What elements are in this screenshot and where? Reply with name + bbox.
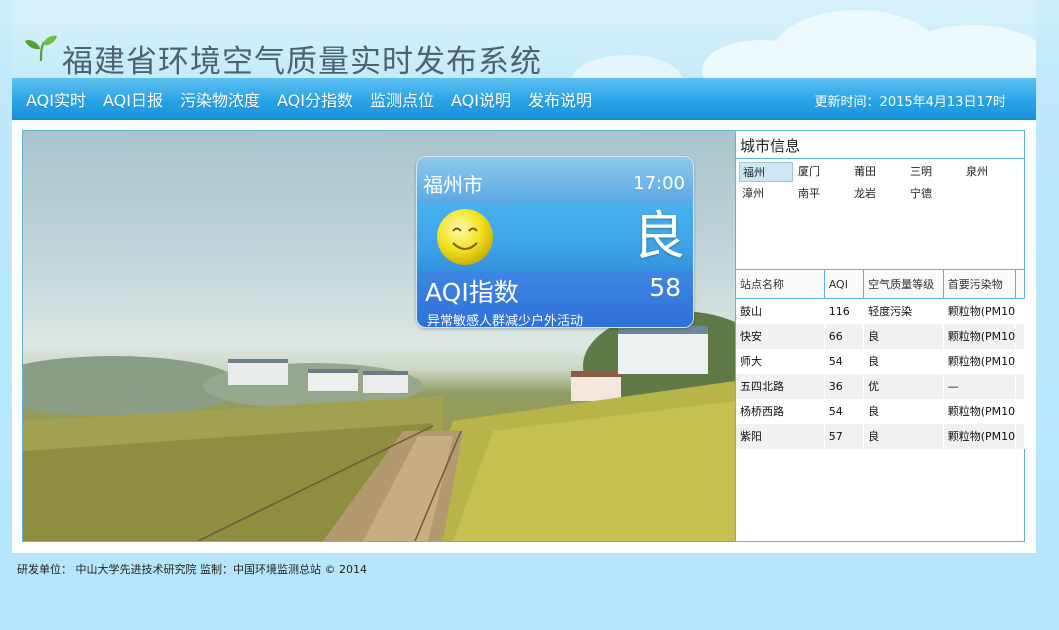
station-name: 鼓山 <box>736 298 825 324</box>
table-row[interactable]: 师大 54 良 颗粒物(PM10 <box>736 348 1025 374</box>
nav-release-description[interactable]: 发布说明 <box>528 87 592 111</box>
table-row[interactable]: 鼓山 116 轻度污染 颗粒物(PM10 <box>736 298 1025 324</box>
card-health-advice: 异常敏感人群减少户外活动 <box>427 314 584 328</box>
city-xiamen[interactable]: 厦门 <box>795 162 851 182</box>
content-panel: 福州市 17:00 良 AQI指数 58 异常敏感人群减少户外活动 城市信息 福… <box>22 130 1025 542</box>
station-level: 良 <box>863 423 944 449</box>
column-header-primary-pollutant: 首要污染物 <box>943 269 1017 299</box>
city-quanzhou[interactable]: 泉州 <box>963 162 1019 182</box>
main-content: 福州市 17:00 良 AQI指数 58 异常敏感人群减少户外活动 城市信息 福… <box>12 120 1036 553</box>
footer: 研发单位： 中山大学先进技术研究院 监制：中国环境监测总站 © 2014 <box>17 563 367 576</box>
station-pollutant: 颗粒物(PM10 <box>943 298 1017 324</box>
table-header-row: 站点名称 AQI 空气质量等级 首要污染物 <box>736 269 1025 299</box>
city-longyan[interactable]: 龙岩 <box>851 184 907 204</box>
table-row[interactable]: 五四北路 36 优 — <box>736 373 1025 399</box>
table-row[interactable]: 杨桥西路 54 良 颗粒物(PM10 <box>736 398 1025 424</box>
station-name: 五四北路 <box>736 373 825 399</box>
page-title: 福建省环境空气质量实时发布系统 <box>62 44 542 78</box>
cloud-decoration <box>572 55 682 78</box>
station-level: 良 <box>863 323 944 349</box>
nav-monitoring-sites[interactable]: 监测点位 <box>370 87 434 111</box>
station-level: 优 <box>863 373 944 399</box>
nav-aqi-subindex[interactable]: AQI分指数 <box>277 87 353 111</box>
leaf-logo-icon <box>25 35 57 62</box>
city-nanping[interactable]: 南平 <box>795 184 851 204</box>
city-fuzhou[interactable]: 福州 <box>739 162 793 182</box>
card-aqi-value: 58 <box>649 273 681 302</box>
station-level: 轻度污染 <box>863 298 944 324</box>
update-time: 更新时间：2015年4月13日17时 <box>814 95 1006 110</box>
station-pollutant: — <box>943 373 1017 399</box>
station-name: 杨桥西路 <box>736 398 825 424</box>
station-pollutant: 颗粒物(PM10 <box>943 348 1017 374</box>
card-air-level: 良 <box>632 207 685 267</box>
column-header-station: 站点名称 <box>736 269 825 299</box>
table-row[interactable]: 快安 66 良 颗粒物(PM10 <box>736 323 1025 349</box>
station-aqi: 54 <box>824 348 865 374</box>
table-row[interactable]: 紫阳 57 良 颗粒物(PM10 <box>736 423 1025 449</box>
station-aqi: 57 <box>824 423 865 449</box>
main-nav: AQI实时 AQI日报 污染物浓度 AQI分指数 监测点位 AQI说明 发布说明… <box>12 78 1036 120</box>
aqi-card: 福州市 17:00 良 AQI指数 58 异常敏感人群减少户外活动 <box>416 156 694 328</box>
station-name: 快安 <box>736 323 825 349</box>
station-name: 师大 <box>736 348 825 374</box>
landscape-photo: 福州市 17:00 良 AQI指数 58 异常敏感人群减少户外活动 <box>23 131 735 541</box>
city-list: 福州 厦门 莆田 三明 泉州 漳州 南平 龙岩 宁德 <box>739 161 1019 205</box>
station-aqi: 36 <box>824 373 865 399</box>
site-header: 福建省环境空气质量实时发布系统 <box>12 0 1036 78</box>
city-info-title: 城市信息 <box>736 131 1024 159</box>
city-putian[interactable]: 莆田 <box>851 162 907 182</box>
nav-aqi-daily[interactable]: AQI日报 <box>103 87 163 111</box>
station-level: 良 <box>863 348 944 374</box>
smiley-face-icon <box>437 209 493 265</box>
station-aqi: 54 <box>824 398 865 424</box>
card-aqi-label: AQI指数 <box>425 278 519 307</box>
station-aqi: 116 <box>824 298 865 324</box>
nav-aqi-description[interactable]: AQI说明 <box>451 87 511 111</box>
city-sanming[interactable]: 三明 <box>907 162 963 182</box>
station-pollutant: 颗粒物(PM10 <box>943 423 1017 449</box>
station-level: 良 <box>863 398 944 424</box>
station-table: 站点名称 AQI 空气质量等级 首要污染物 鼓山 116 轻度污染 颗粒物(PM… <box>736 269 1025 449</box>
nav-pollutant-concentration[interactable]: 污染物浓度 <box>180 87 260 111</box>
station-pollutant: 颗粒物(PM10 <box>943 323 1017 349</box>
card-time: 17:00 <box>633 173 685 194</box>
column-header-aqi: AQI <box>824 269 865 299</box>
station-name: 紫阳 <box>736 423 825 449</box>
station-pollutant: 颗粒物(PM10 <box>943 398 1017 424</box>
city-info-panel: 城市信息 福州 厦门 莆田 三明 泉州 漳州 南平 龙岩 宁德 站点名称 AQI… <box>735 131 1025 541</box>
nav-aqi-realtime[interactable]: AQI实时 <box>26 87 86 111</box>
city-ningde[interactable]: 宁德 <box>907 184 963 204</box>
column-header-level: 空气质量等级 <box>863 269 944 299</box>
card-city-name: 福州市 <box>423 173 483 197</box>
city-zhangzhou[interactable]: 漳州 <box>739 184 795 204</box>
station-aqi: 66 <box>824 323 865 349</box>
